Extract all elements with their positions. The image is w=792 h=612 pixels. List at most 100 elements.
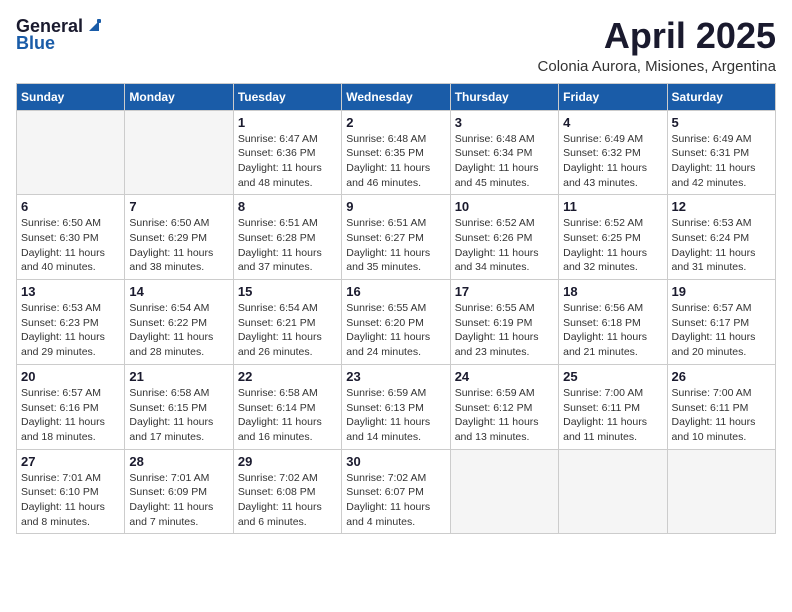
day-info: Sunrise: 7:00 AM Sunset: 6:11 PM Dayligh… bbox=[672, 386, 771, 445]
day-info: Sunrise: 6:58 AM Sunset: 6:15 PM Dayligh… bbox=[129, 386, 228, 445]
day-info: Sunrise: 7:01 AM Sunset: 6:09 PM Dayligh… bbox=[129, 471, 228, 530]
calendar-cell: 28 Sunrise: 7:01 AM Sunset: 6:09 PM Dayli… bbox=[125, 449, 233, 534]
day-number: 25 bbox=[563, 369, 662, 384]
calendar-cell: 10 Sunrise: 6:52 AM Sunset: 6:26 PM Dayli… bbox=[450, 195, 558, 280]
day-info: Sunrise: 6:51 AM Sunset: 6:28 PM Dayligh… bbox=[238, 216, 337, 275]
weekday-header-row: SundayMondayTuesdayWednesdayThursdayFrid… bbox=[17, 83, 776, 110]
calendar-cell: 7 Sunrise: 6:50 AM Sunset: 6:29 PM Daylig… bbox=[125, 195, 233, 280]
day-number: 27 bbox=[21, 454, 120, 469]
day-number: 9 bbox=[346, 199, 445, 214]
day-number: 20 bbox=[21, 369, 120, 384]
calendar-cell: 8 Sunrise: 6:51 AM Sunset: 6:28 PM Daylig… bbox=[233, 195, 341, 280]
logo: General Blue bbox=[16, 16, 103, 54]
calendar-cell: 2 Sunrise: 6:48 AM Sunset: 6:35 PM Daylig… bbox=[342, 110, 450, 195]
calendar-week-row: 27 Sunrise: 7:01 AM Sunset: 6:10 PM Dayli… bbox=[17, 449, 776, 534]
calendar-table: SundayMondayTuesdayWednesdayThursdayFrid… bbox=[16, 83, 776, 535]
day-info: Sunrise: 6:59 AM Sunset: 6:13 PM Dayligh… bbox=[346, 386, 445, 445]
calendar-cell: 30 Sunrise: 7:02 AM Sunset: 6:07 PM Dayli… bbox=[342, 449, 450, 534]
day-number: 21 bbox=[129, 369, 228, 384]
day-number: 19 bbox=[672, 284, 771, 299]
day-number: 12 bbox=[672, 199, 771, 214]
calendar-cell: 9 Sunrise: 6:51 AM Sunset: 6:27 PM Daylig… bbox=[342, 195, 450, 280]
day-number: 23 bbox=[346, 369, 445, 384]
calendar-cell: 25 Sunrise: 7:00 AM Sunset: 6:11 PM Dayli… bbox=[559, 364, 667, 449]
calendar-cell: 26Sunrise: 7:00 AM Sunset: 6:11 PM Dayli… bbox=[667, 364, 775, 449]
calendar-cell: 5 Sunrise: 6:49 AM Sunset: 6:31 PM Daylig… bbox=[667, 110, 775, 195]
weekday-header-tuesday: Tuesday bbox=[233, 83, 341, 110]
day-info: Sunrise: 6:59 AM Sunset: 6:12 PM Dayligh… bbox=[455, 386, 554, 445]
calendar-cell: 16 Sunrise: 6:55 AM Sunset: 6:20 PM Dayli… bbox=[342, 280, 450, 365]
day-info: Sunrise: 6:55 AM Sunset: 6:19 PM Dayligh… bbox=[455, 301, 554, 360]
calendar-cell: 21 Sunrise: 6:58 AM Sunset: 6:15 PM Dayli… bbox=[125, 364, 233, 449]
day-info: Sunrise: 6:50 AM Sunset: 6:30 PM Dayligh… bbox=[21, 216, 120, 275]
calendar-cell: 12 Sunrise: 6:53 AM Sunset: 6:24 PM Dayli… bbox=[667, 195, 775, 280]
day-info: Sunrise: 6:52 AM Sunset: 6:26 PM Dayligh… bbox=[455, 216, 554, 275]
logo-blue: Blue bbox=[16, 33, 55, 54]
day-number: 14 bbox=[129, 284, 228, 299]
title-area: April 2025 Colonia Aurora, Misiones, Arg… bbox=[538, 16, 776, 75]
calendar-cell: 23 Sunrise: 6:59 AM Sunset: 6:13 PM Dayli… bbox=[342, 364, 450, 449]
calendar-cell: 17 Sunrise: 6:55 AM Sunset: 6:19 PM Dayli… bbox=[450, 280, 558, 365]
calendar-cell: 22Sunrise: 6:58 AM Sunset: 6:14 PM Dayli… bbox=[233, 364, 341, 449]
day-number: 15 bbox=[238, 284, 337, 299]
day-number: 16 bbox=[346, 284, 445, 299]
day-info: Sunrise: 6:54 AM Sunset: 6:21 PM Dayligh… bbox=[238, 301, 337, 360]
calendar-cell bbox=[17, 110, 125, 195]
day-number: 30 bbox=[346, 454, 445, 469]
calendar-week-row: 1 Sunrise: 6:47 AM Sunset: 6:36 PM Daylig… bbox=[17, 110, 776, 195]
day-number: 10 bbox=[455, 199, 554, 214]
day-number: 17 bbox=[455, 284, 554, 299]
day-info: Sunrise: 7:01 AM Sunset: 6:10 PM Dayligh… bbox=[21, 471, 120, 530]
day-info: Sunrise: 6:50 AM Sunset: 6:29 PM Dayligh… bbox=[129, 216, 228, 275]
day-number: 13 bbox=[21, 284, 120, 299]
month-year-title: April 2025 bbox=[538, 16, 776, 56]
day-info: Sunrise: 6:57 AM Sunset: 6:16 PM Dayligh… bbox=[21, 386, 120, 445]
day-info: Sunrise: 6:52 AM Sunset: 6:25 PM Dayligh… bbox=[563, 216, 662, 275]
day-number: 11 bbox=[563, 199, 662, 214]
day-info: Sunrise: 6:49 AM Sunset: 6:32 PM Dayligh… bbox=[563, 132, 662, 191]
calendar-week-row: 20 Sunrise: 6:57 AM Sunset: 6:16 PM Dayli… bbox=[17, 364, 776, 449]
day-info: Sunrise: 7:02 AM Sunset: 6:07 PM Dayligh… bbox=[346, 471, 445, 530]
calendar-cell: 14 Sunrise: 6:54 AM Sunset: 6:22 PM Dayli… bbox=[125, 280, 233, 365]
calendar-week-row: 6 Sunrise: 6:50 AM Sunset: 6:30 PM Daylig… bbox=[17, 195, 776, 280]
day-info: Sunrise: 6:53 AM Sunset: 6:24 PM Dayligh… bbox=[672, 216, 771, 275]
day-info: Sunrise: 6:57 AM Sunset: 6:17 PM Dayligh… bbox=[672, 301, 771, 360]
day-number: 7 bbox=[129, 199, 228, 214]
day-number: 4 bbox=[563, 115, 662, 130]
day-number: 2 bbox=[346, 115, 445, 130]
day-number: 18 bbox=[563, 284, 662, 299]
day-info: Sunrise: 6:56 AM Sunset: 6:18 PM Dayligh… bbox=[563, 301, 662, 360]
day-info: Sunrise: 6:47 AM Sunset: 6:36 PM Dayligh… bbox=[238, 132, 337, 191]
calendar-cell: 19 Sunrise: 6:57 AM Sunset: 6:17 PM Dayli… bbox=[667, 280, 775, 365]
day-number: 6 bbox=[21, 199, 120, 214]
calendar-cell: 6 Sunrise: 6:50 AM Sunset: 6:30 PM Daylig… bbox=[17, 195, 125, 280]
calendar-cell bbox=[125, 110, 233, 195]
day-number: 5 bbox=[672, 115, 771, 130]
calendar-cell bbox=[450, 449, 558, 534]
location-subtitle: Colonia Aurora, Misiones, Argentina bbox=[538, 58, 776, 75]
calendar-cell: 20 Sunrise: 6:57 AM Sunset: 6:16 PM Dayli… bbox=[17, 364, 125, 449]
calendar-cell: 24Sunrise: 6:59 AM Sunset: 6:12 PM Dayli… bbox=[450, 364, 558, 449]
day-info: Sunrise: 7:02 AM Sunset: 6:08 PM Dayligh… bbox=[238, 471, 337, 530]
day-info: Sunrise: 7:00 AM Sunset: 6:11 PM Dayligh… bbox=[563, 386, 662, 445]
weekday-header-saturday: Saturday bbox=[667, 83, 775, 110]
calendar-cell: 1 Sunrise: 6:47 AM Sunset: 6:36 PM Daylig… bbox=[233, 110, 341, 195]
day-info: Sunrise: 6:58 AM Sunset: 6:14 PM Dayligh… bbox=[238, 386, 337, 445]
day-number: 28 bbox=[129, 454, 228, 469]
calendar-cell: 18 Sunrise: 6:56 AM Sunset: 6:18 PM Dayli… bbox=[559, 280, 667, 365]
day-info: Sunrise: 6:55 AM Sunset: 6:20 PM Dayligh… bbox=[346, 301, 445, 360]
calendar-cell: 29 Sunrise: 7:02 AM Sunset: 6:08 PM Dayli… bbox=[233, 449, 341, 534]
day-number: 3 bbox=[455, 115, 554, 130]
weekday-header-wednesday: Wednesday bbox=[342, 83, 450, 110]
calendar-cell bbox=[559, 449, 667, 534]
logo-icon bbox=[85, 17, 103, 35]
calendar-cell: 13Sunrise: 6:53 AM Sunset: 6:23 PM Dayli… bbox=[17, 280, 125, 365]
weekday-header-friday: Friday bbox=[559, 83, 667, 110]
day-info: Sunrise: 6:54 AM Sunset: 6:22 PM Dayligh… bbox=[129, 301, 228, 360]
day-number: 29 bbox=[238, 454, 337, 469]
day-number: 8 bbox=[238, 199, 337, 214]
day-info: Sunrise: 6:49 AM Sunset: 6:31 PM Dayligh… bbox=[672, 132, 771, 191]
day-info: Sunrise: 6:48 AM Sunset: 6:35 PM Dayligh… bbox=[346, 132, 445, 191]
day-number: 1 bbox=[238, 115, 337, 130]
day-info: Sunrise: 6:51 AM Sunset: 6:27 PM Dayligh… bbox=[346, 216, 445, 275]
